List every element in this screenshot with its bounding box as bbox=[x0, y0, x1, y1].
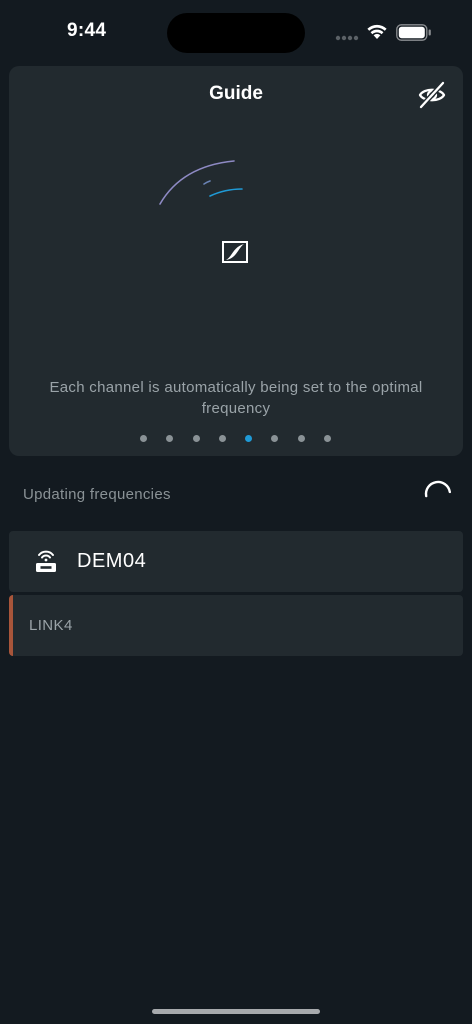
guide-card: Guide Each channel is automatically bein… bbox=[9, 66, 463, 456]
page-dot[interactable] bbox=[193, 435, 200, 442]
page-dot[interactable] bbox=[166, 435, 173, 442]
page-dot-active[interactable] bbox=[245, 435, 252, 442]
page-dot[interactable] bbox=[324, 435, 331, 442]
page-dot[interactable] bbox=[271, 435, 278, 442]
device-name: DEM04 bbox=[77, 550, 147, 572]
link-status-accent bbox=[9, 595, 13, 656]
cellular-signal-icon bbox=[335, 35, 359, 41]
guide-description: Each channel is automatically being set … bbox=[49, 379, 423, 417]
guide-title: Guide bbox=[209, 83, 263, 104]
page-dot[interactable] bbox=[140, 435, 147, 442]
link-name: LINK4 bbox=[29, 617, 73, 634]
signal-waves-icon bbox=[159, 160, 243, 205]
spinner-icon bbox=[424, 480, 452, 498]
updating-label: Updating frequencies bbox=[23, 486, 171, 503]
eye-slash-icon[interactable] bbox=[417, 80, 447, 110]
device-row[interactable]: DEM04 bbox=[9, 531, 463, 592]
page-dot[interactable] bbox=[298, 435, 305, 442]
wifi-icon bbox=[367, 24, 387, 39]
status-bar: 9:44 bbox=[0, 0, 472, 64]
page-dot[interactable] bbox=[219, 435, 226, 442]
brand-logo-icon bbox=[222, 241, 248, 263]
home-indicator[interactable] bbox=[152, 1009, 320, 1014]
page-indicator[interactable] bbox=[9, 435, 463, 443]
link-row[interactable]: LINK4 bbox=[9, 595, 463, 656]
receiver-lock-icon bbox=[36, 550, 56, 572]
dynamic-island bbox=[167, 13, 305, 53]
status-time: 9:44 bbox=[67, 20, 107, 41]
battery-icon bbox=[396, 24, 431, 41]
